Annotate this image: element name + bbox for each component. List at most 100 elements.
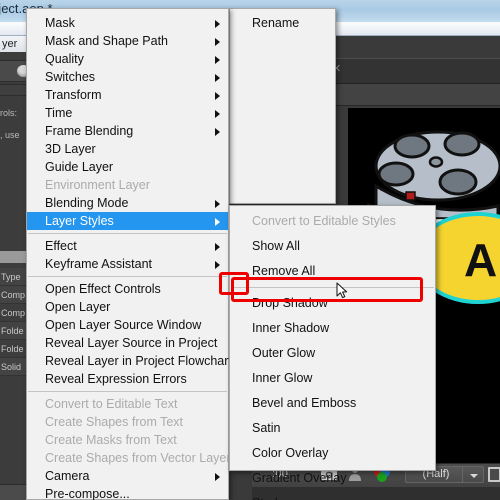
menu-item-color-overlay[interactable]: Color Overlay [230,441,435,466]
menu-item-create-shapes-from-text: Create Shapes from Text [27,413,228,431]
menu-item-label: Blending Mode [45,196,129,210]
menu-item-label: Quality [45,52,84,66]
menu-item-label: Gradient Overlay [252,471,347,485]
layer-styles-submenu: Convert to Editable Styles Show All Remo… [229,205,436,500]
menu-item-label: Rename [252,16,300,30]
submenu-arrow-icon [215,128,220,136]
menu-item-pre-compose[interactable]: Pre-compose... [27,485,228,500]
menu-item-label: Effect [45,239,77,253]
menu-item-label: Camera [45,469,90,483]
svg-text:A: A [464,234,497,286]
menu-item-open-effect-controls[interactable]: Open Effect Controls [27,280,228,298]
menu-item-drop-shadow[interactable]: Drop Shadow [230,291,435,316]
menu-item-open-layer-source-window[interactable]: Open Layer Source Window [27,316,228,334]
menu-item-time[interactable]: Time [27,104,228,122]
menu-item-camera[interactable]: Camera [27,467,228,485]
submenu-arrow-icon [215,110,220,118]
menu-item-label: Pre-compose... [45,487,130,500]
menu-item-rename[interactable]: Rename [230,14,335,32]
menu-item-satin[interactable]: Satin [230,416,435,441]
menu-item-inner-shadow[interactable]: Inner Shadow [230,316,435,341]
app-window: ed Project.aep * yer rols: , use Type Co… [0,0,500,500]
menu-item-layer-styles[interactable]: Layer Styles [27,212,228,230]
menu-item-convert-to-editable-text: Convert to Editable Text [27,395,228,413]
menu-item-label: Switches [45,70,96,84]
rename-menu-panel: Rename [229,8,336,204]
submenu-arrow-icon [215,243,220,251]
menu-item-label: Convert to Editable Text [45,397,178,411]
menu-item-mask[interactable]: Mask [27,14,228,32]
chevron-down-icon[interactable] [462,466,484,483]
menu-item-keyframe-assistant[interactable]: Keyframe Assistant [27,255,228,273]
menu-item-label: Create Shapes from Vector Layer [45,451,231,465]
menu-item-effect[interactable]: Effect [27,237,228,255]
menu-item-bevel-and-emboss[interactable]: Bevel and Emboss [230,391,435,416]
submenu-arrow-icon [215,20,220,28]
menu-item-frame-blending[interactable]: Frame Blending [27,122,228,140]
composition-sub-toolbar [330,84,500,106]
menu-item-label: Inner Glow [252,371,313,385]
menu-item-label: Color Overlay [252,446,329,460]
menu-item-inner-glow[interactable]: Inner Glow [230,366,435,391]
menu-item-label: Frame Blending [45,124,134,138]
menu-item-label: 3D Layer [45,142,96,156]
menu-item-transform[interactable]: Transform [27,86,228,104]
menu-item-label: Inner Shadow [252,321,330,335]
composition-tab-bar[interactable] [330,58,500,84]
menu-item-outer-glow[interactable]: Outer Glow [230,341,435,366]
menu-item-label: Reveal Expression Errors [45,372,187,386]
menu-item-switches[interactable]: Switches [27,68,228,86]
menu-separator [28,233,227,234]
menu-item-show-all[interactable]: Show All [230,234,435,259]
menu-item-label: Remove All [252,264,316,278]
submenu-arrow-icon [215,38,220,46]
menu-item-3d-layer[interactable]: 3D Layer [27,140,228,158]
menu-separator [28,276,227,277]
menu-item-label: Stroke [252,496,288,500]
menu-item-blending-mode[interactable]: Blending Mode [27,194,228,212]
layer-context-menu: Mask Mask and Shape Path Quality Switche… [26,8,232,500]
menu-item-label: Transform [45,88,102,102]
menu-item-guide-layer[interactable]: Guide Layer [27,158,228,176]
region-of-interest-icon[interactable] [488,467,500,482]
menu-item-reveal-layer-source-in-project[interactable]: Reveal Layer Source in Project [27,334,228,352]
menu-item-label: Bevel and Emboss [252,396,357,410]
submenu-arrow-icon [215,56,220,64]
menu-item-label: Keyframe Assistant [45,257,152,271]
menu-item-stroke[interactable]: Stroke [230,491,435,500]
menu-item-gradient-overlay[interactable]: Gradient Overlay [230,466,435,491]
submenu-arrow-icon [215,74,220,82]
menu-separator [231,287,434,288]
menu-item-create-shapes-from-vector-layer: Create Shapes from Vector Layer [27,449,231,467]
menu-item-label: Show All [252,239,300,253]
menu-item-label: Open Effect Controls [45,282,161,296]
submenu-arrow-icon [215,261,220,269]
menu-item-label: Create Shapes from Text [45,415,184,429]
menu-item-quality[interactable]: Quality [27,50,228,68]
menu-item-label: Open Layer Source Window [45,318,202,332]
menu-item-create-masks-from-text: Create Masks from Text [27,431,228,449]
menu-item-label: Reveal Layer in Project Flowchart [45,354,232,368]
menu-item-label: Guide Layer [45,160,114,174]
submenu-arrow-icon [215,200,220,208]
menu-item-remove-all[interactable]: Remove All [230,259,435,284]
menu-item-reveal-layer-in-project-flowchart[interactable]: Reveal Layer in Project Flowchart [27,352,232,370]
menu-item-mask-and-shape-path[interactable]: Mask and Shape Path [27,32,228,50]
menu-item-label: Environment Layer [45,178,150,192]
menu-item-label: Mask and Shape Path [45,34,168,48]
menu-item-open-layer[interactable]: Open Layer [27,298,228,316]
menu-item-label: Create Masks from Text [45,433,177,447]
menu-item-convert-to-editable-styles: Convert to Editable Styles [230,209,435,234]
menu-separator [28,391,227,392]
menu-item-label: Time [45,106,73,120]
menu-item-label: Satin [252,421,281,435]
menu-item-label: Outer Glow [252,346,316,360]
menu-item-label: Drop Shadow [252,296,328,310]
menu-item-reveal-expression-errors[interactable]: Reveal Expression Errors [27,370,228,388]
menu-item-label: Reveal Layer Source in Project [45,336,218,350]
menu-item-label: Layer Styles [45,214,114,228]
menu-item-environment-layer: Environment Layer [27,176,228,194]
menu-item-label: Open Layer [45,300,111,314]
submenu-arrow-icon [215,218,220,226]
menu-item-label: Convert to Editable Styles [252,214,396,228]
